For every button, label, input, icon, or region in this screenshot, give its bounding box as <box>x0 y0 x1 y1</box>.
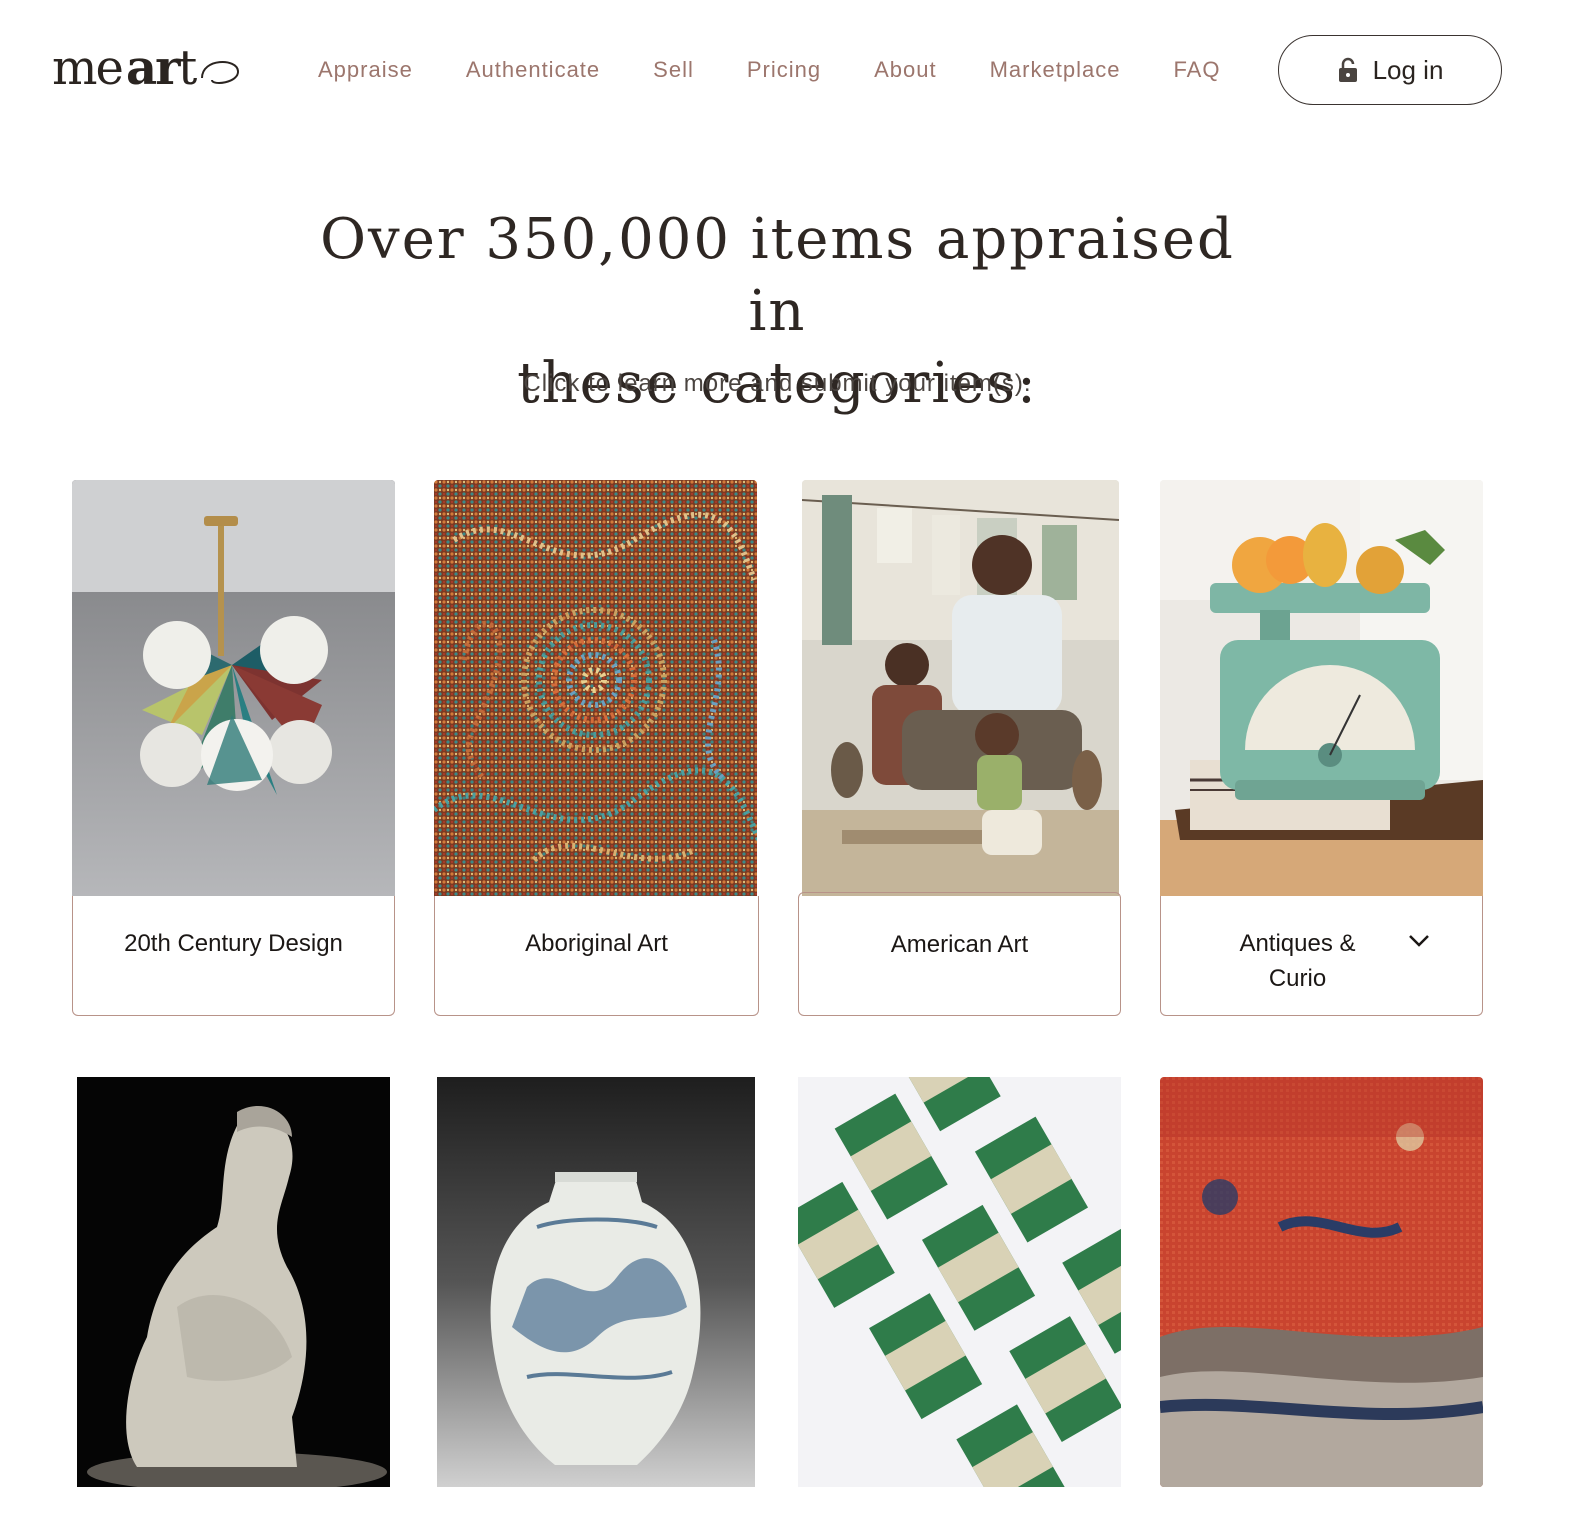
site-header: me ar t Appraise Authenticate Sell Prici… <box>0 0 1596 150</box>
category-image-rug[interactable] <box>1160 1077 1483 1487</box>
page-subtitle: Click to learn more and submit your item… <box>523 370 1032 397</box>
category-image-vase[interactable] <box>437 1077 755 1487</box>
category-image-books[interactable] <box>798 1077 1121 1487</box>
chevron-down-icon[interactable] <box>1408 934 1430 954</box>
logo-wordmark: me ar t <box>52 40 239 96</box>
category-card-american-art[interactable]: American Art <box>798 480 1121 1016</box>
category-image-sculpture[interactable] <box>77 1077 390 1487</box>
mearto-logo[interactable]: me ar t <box>52 38 252 98</box>
nav-authenticate[interactable]: Authenticate <box>466 57 600 83</box>
nav-appraise[interactable]: Appraise <box>318 57 413 83</box>
category-card-aboriginal-art[interactable]: Aboriginal Art <box>434 480 759 1016</box>
category-label-box: 20th Century Design <box>72 896 395 1016</box>
category-label-box: Antiques & Curio <box>1160 896 1483 1016</box>
main-nav: Appraise Authenticate Sell Pricing About… <box>318 52 1273 88</box>
category-card-20th-century-design[interactable]: 20th Century Design <box>72 480 395 1016</box>
login-label: Log in <box>1372 54 1444 85</box>
nav-faq[interactable]: FAQ <box>1173 57 1220 83</box>
login-button[interactable]: Log in <box>1278 35 1502 105</box>
lock-icon <box>1337 57 1359 83</box>
nav-marketplace[interactable]: Marketplace <box>990 57 1121 83</box>
category-image-chandelier <box>72 480 395 896</box>
category-label: Antiques & Curio <box>1239 930 1356 992</box>
category-image-scale <box>1160 480 1483 896</box>
nav-pricing[interactable]: Pricing <box>747 57 821 83</box>
svg-text:me: me <box>52 40 123 96</box>
nav-about[interactable]: About <box>874 57 937 83</box>
svg-text:t: t <box>178 40 197 96</box>
category-card-antiques-curio[interactable]: Antiques & Curio <box>1160 480 1483 1016</box>
category-label: 20th Century Design <box>124 930 343 957</box>
nav-sell[interactable]: Sell <box>653 57 694 83</box>
svg-text:ar: ar <box>126 40 181 96</box>
category-label-box: American Art <box>798 892 1121 1016</box>
category-label: Aboriginal Art <box>525 930 668 957</box>
category-label-box: Aboriginal Art <box>434 896 759 1016</box>
category-image-dot-painting <box>434 480 757 896</box>
category-image-painting <box>802 480 1119 896</box>
category-label: American Art <box>890 931 1029 958</box>
title-line-1: Over 350,000 items appraised in <box>320 207 1235 344</box>
